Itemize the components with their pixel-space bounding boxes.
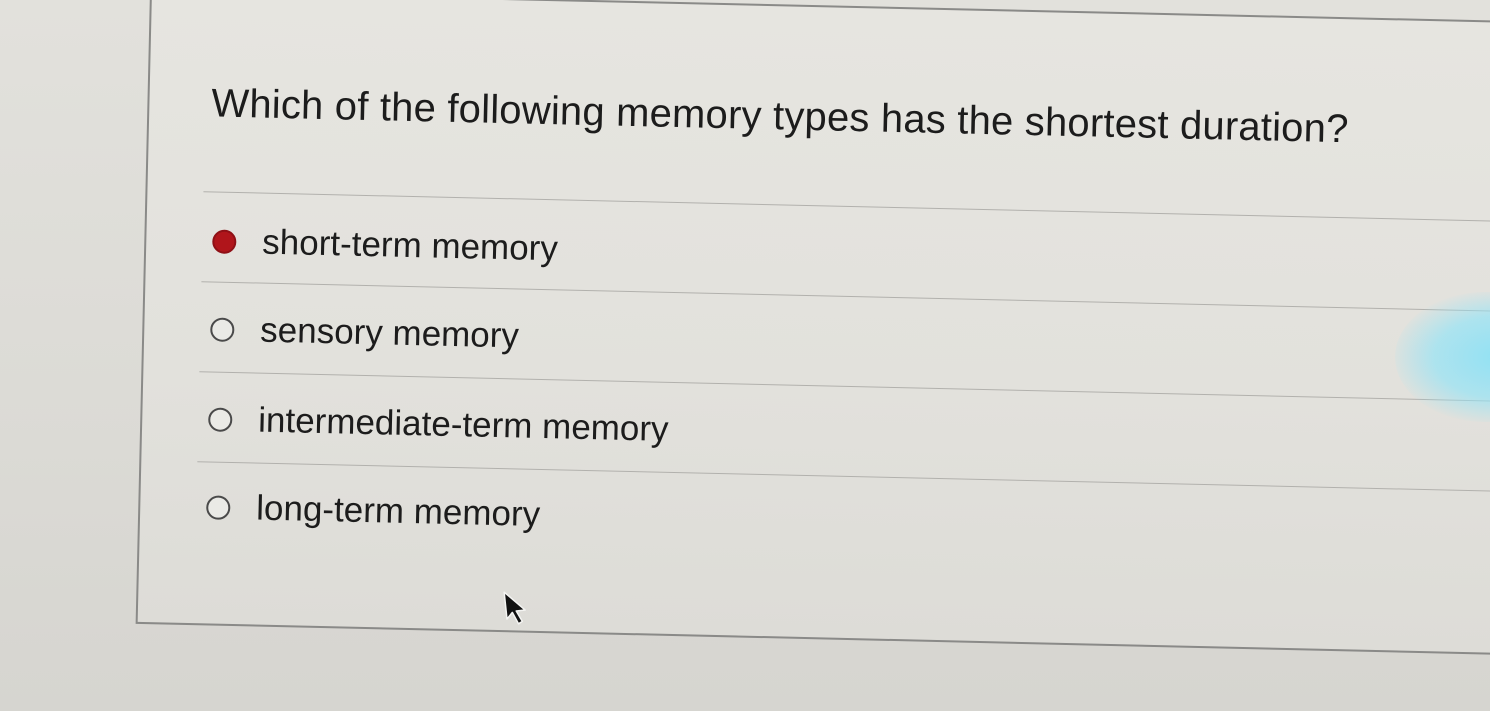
option-label: sensory memory bbox=[259, 310, 520, 356]
answer-option-sensory[interactable]: sensory memory bbox=[210, 299, 520, 366]
option-label: short-term memory bbox=[261, 222, 559, 269]
mouse-pointer-icon bbox=[503, 591, 526, 625]
question-card: Which of the following memory types has … bbox=[135, 0, 1490, 657]
radio-button[interactable] bbox=[206, 495, 231, 520]
option-label: intermediate-term memory bbox=[257, 400, 669, 449]
question-text: Which of the following memory types has … bbox=[210, 81, 1350, 152]
screen: Which of the following memory types has … bbox=[0, 0, 1490, 711]
radio-button[interactable] bbox=[208, 407, 233, 432]
answer-option-intermediate-term[interactable]: intermediate-term memory bbox=[208, 389, 670, 459]
answer-option-short-term[interactable]: short-term memory bbox=[212, 211, 559, 279]
answer-option-long-term[interactable]: long-term memory bbox=[206, 477, 541, 545]
radio-button-selected[interactable] bbox=[212, 229, 237, 255]
option-label: long-term memory bbox=[255, 488, 541, 534]
radio-button[interactable] bbox=[210, 317, 235, 342]
